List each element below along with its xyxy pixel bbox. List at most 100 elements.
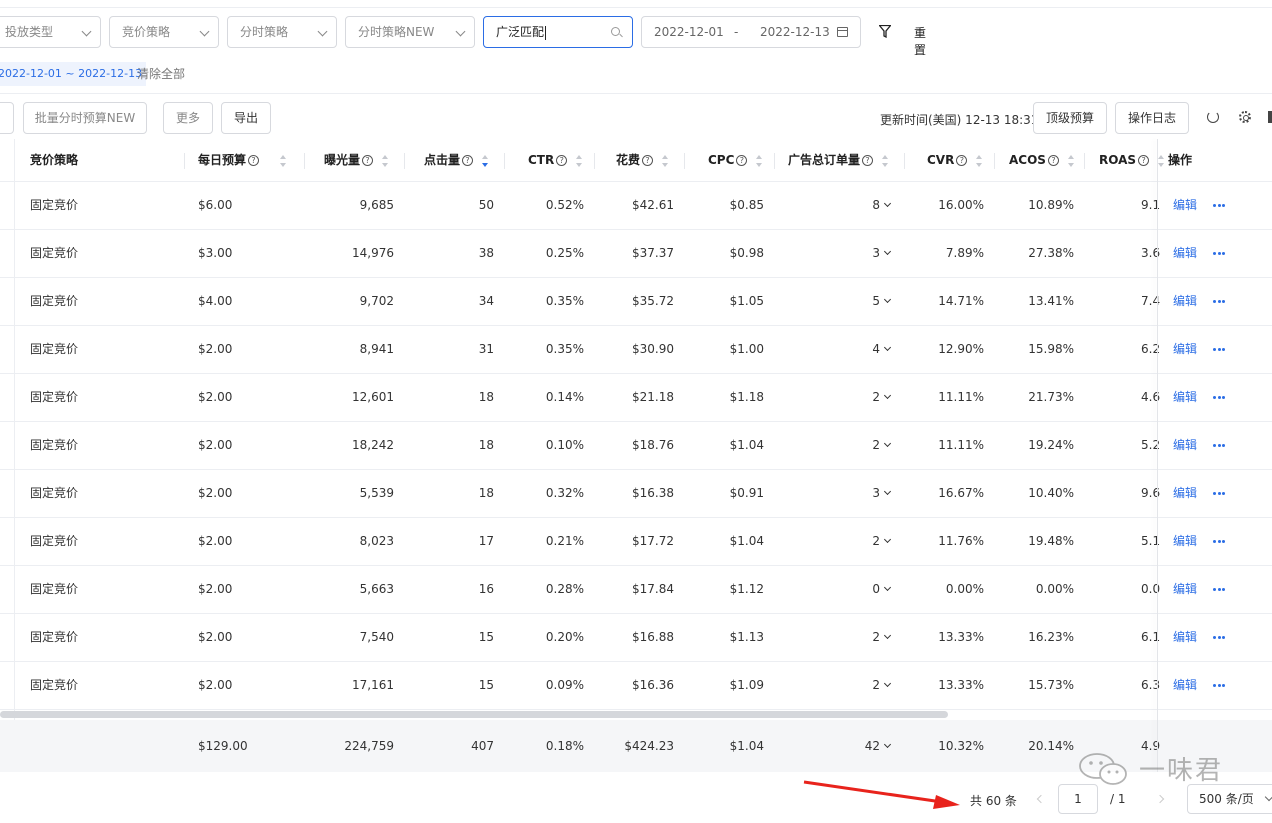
sort-icon[interactable] [661, 154, 669, 167]
more-actions-icon[interactable] [1213, 636, 1225, 639]
cell-orders-dropdown[interactable]: 5 [794, 278, 892, 325]
cell-orders-dropdown[interactable]: 2 [794, 614, 892, 661]
edit-button[interactable]: 编辑 [1173, 230, 1197, 277]
sort-icon[interactable] [279, 154, 287, 167]
more-actions-icon[interactable] [1213, 540, 1225, 543]
cell-orders-dropdown[interactable]: 3 [794, 470, 892, 517]
help-icon[interactable]: ? [462, 155, 474, 166]
help-icon[interactable]: ? [956, 155, 968, 166]
edit-button[interactable]: 编辑 [1173, 374, 1197, 421]
more-actions-icon[interactable] [1213, 204, 1225, 207]
cell-cpc: $1.13 [729, 630, 764, 644]
edit-button[interactable]: 编辑 [1173, 566, 1197, 613]
help-icon[interactable]: ? [1047, 155, 1059, 166]
help-icon[interactable]: ? [1138, 155, 1150, 166]
operation-log-button[interactable]: 操作日志 [1115, 102, 1189, 134]
sort-desc-icon[interactable] [481, 154, 489, 167]
cell-orders-dropdown[interactable]: 2 [794, 422, 892, 469]
edit-button[interactable]: 编辑 [1173, 326, 1197, 373]
edit-button[interactable]: 编辑 [1173, 614, 1197, 661]
more-actions-icon[interactable] [1213, 492, 1225, 495]
clear-all-button[interactable]: 清除全部 [137, 62, 185, 86]
more-button[interactable]: 更多 [163, 102, 213, 134]
prev-page-icon[interactable] [1036, 794, 1046, 804]
edit-button[interactable]: 编辑 [1173, 182, 1197, 229]
help-icon[interactable]: ? [362, 155, 374, 166]
edit-button[interactable]: 编辑 [1173, 518, 1197, 565]
edit-button[interactable]: 编辑 [1173, 422, 1197, 469]
col-roas[interactable]: ROAS? [1099, 139, 1165, 182]
more-actions-icon[interactable] [1213, 396, 1225, 399]
col-spend[interactable]: 花费? [616, 139, 669, 182]
more-actions-icon[interactable] [1213, 300, 1225, 303]
summary-orders[interactable]: 42 [794, 720, 892, 772]
page-size-value: 500 条/页 [1199, 792, 1254, 806]
col-daily-budget[interactable]: 每日预算? [198, 139, 287, 182]
wechat-logo-icon [1079, 753, 1127, 785]
help-icon[interactable]: ? [248, 155, 260, 166]
help-icon[interactable]: ? [736, 155, 748, 166]
reset-button[interactable]: 重置 [914, 24, 926, 58]
date-range-picker[interactable]: 2022-12-01 - 2022-12-13 [641, 16, 861, 48]
next-page-icon[interactable] [1155, 794, 1165, 804]
sort-icon[interactable] [755, 154, 763, 167]
search-input[interactable]: 广泛匹配 [483, 16, 633, 48]
col-cvr[interactable]: CVR? [927, 139, 983, 182]
dayparting-label: 分时策略 [240, 25, 289, 39]
cell-orders-dropdown[interactable]: 8 [794, 182, 892, 229]
toolbar-button-partial[interactable] [0, 102, 14, 134]
sort-icon[interactable] [881, 154, 889, 167]
cell-orders-dropdown[interactable]: 3 [794, 230, 892, 277]
cell-orders-dropdown[interactable]: 2 [794, 518, 892, 565]
top-budget-button[interactable]: 顶级预算 [1033, 102, 1107, 134]
cell-orders: 0 [872, 582, 880, 596]
cell-orders-dropdown[interactable]: 4 [794, 326, 892, 373]
column-settings-icon[interactable] [1268, 111, 1272, 123]
help-icon[interactable]: ? [642, 155, 654, 166]
more-actions-icon[interactable] [1213, 588, 1225, 591]
edit-button[interactable]: 编辑 [1173, 662, 1197, 709]
refresh-icon[interactable] [1207, 111, 1219, 123]
chevron-down-icon [1264, 792, 1272, 802]
col-ctr[interactable]: CTR? [528, 139, 583, 182]
search-icon[interactable] [611, 27, 620, 36]
col-separator [1084, 153, 1085, 169]
sort-icon[interactable] [575, 154, 583, 167]
edit-button[interactable]: 编辑 [1173, 470, 1197, 517]
sort-icon[interactable] [1157, 154, 1165, 167]
edit-button[interactable]: 编辑 [1173, 278, 1197, 325]
help-icon[interactable]: ? [556, 155, 568, 166]
cell-orders-dropdown[interactable]: 2 [794, 374, 892, 421]
more-actions-icon[interactable] [1213, 684, 1225, 687]
dayparting-select[interactable]: 分时策略 [227, 16, 337, 48]
col-cpc[interactable]: CPC? [708, 139, 763, 182]
filter-icon[interactable] [879, 25, 891, 38]
cell-orders-dropdown[interactable]: 0 [794, 566, 892, 613]
sort-icon[interactable] [381, 154, 389, 167]
horizontal-scrollbar[interactable] [0, 711, 948, 718]
export-button[interactable]: 导出 [221, 102, 271, 134]
col-impressions[interactable]: 曝光量? [324, 139, 389, 182]
table-row: 固定竞价 $4.00 9,702 34 0.35% $35.72 $1.05 14.71% 13… [0, 278, 1272, 326]
more-actions-icon[interactable] [1213, 252, 1225, 255]
sort-icon[interactable] [1067, 154, 1075, 167]
col-clicks[interactable]: 点击量? [424, 139, 489, 182]
cell-impr: 5,539 [359, 486, 394, 500]
batch-budget-button[interactable]: 批量分时预算NEW [23, 102, 147, 134]
help-icon[interactable]: ? [862, 155, 874, 166]
bid-strategy-select[interactable]: 竞价策略 [109, 16, 219, 48]
col-total-orders[interactable]: 广告总订单量? [788, 139, 889, 182]
cell-orders-dropdown[interactable]: 2 [794, 662, 892, 709]
more-actions-icon[interactable] [1213, 348, 1225, 351]
col-bid-strategy[interactable]: 竞价策略 [30, 139, 78, 182]
more-actions-icon[interactable] [1213, 444, 1225, 447]
active-date-tag[interactable]: 2022-12-01 ~ 2022-12-13 [0, 62, 147, 86]
cell-cpc: $1.00 [729, 342, 764, 356]
col-acos[interactable]: ACOS? [1009, 139, 1075, 182]
gear-icon[interactable] [1239, 111, 1251, 123]
date-end: 2022-12-13 [760, 25, 830, 39]
cell-acos: 10.89% [1028, 198, 1074, 212]
delivery-type-select[interactable]: 投放类型 [0, 16, 101, 48]
sort-icon[interactable] [975, 154, 983, 167]
dayparting-new-select[interactable]: 分时策略NEW [345, 16, 475, 48]
